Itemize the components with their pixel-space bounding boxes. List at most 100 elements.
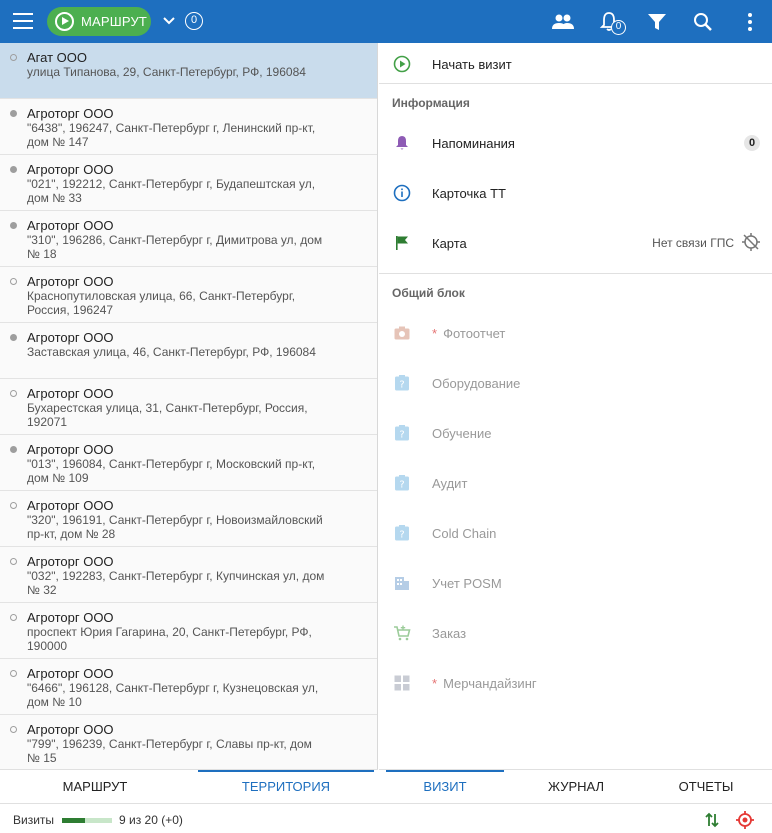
list-item[interactable]: Агроторг ООО "032", 192283, Санкт-Петербу…: [0, 547, 377, 603]
outlet-list: Агат ООО улица Типанова, 29, Санкт-Петерб…: [0, 43, 378, 769]
required-mark: *: [432, 326, 438, 341]
visit-panel: Начать визит Информация Напоминания 0 Ка…: [379, 43, 772, 769]
outlet-address: улица Типанова, 29, Санкт-Петербург, РФ,…: [27, 65, 306, 79]
list-item[interactable]: Агроторг ООО "310", 196286, Санкт-Петербу…: [0, 211, 377, 267]
outlet-address: "799", 196239, Санкт-Петербург г, Славы …: [27, 737, 312, 765]
outlet-name: Агроторг ООО: [27, 330, 114, 345]
question-box-icon: ?: [393, 374, 411, 392]
left-tab-bar: МАРШРУТ ТЕРРИТОРИЯ: [0, 769, 378, 803]
reminders-item[interactable]: Напоминания 0: [379, 123, 772, 163]
item-text: Фотоотчет: [443, 326, 506, 341]
tab-route[interactable]: МАРШРУТ: [0, 770, 190, 804]
search-icon[interactable]: [691, 10, 715, 34]
question-box-icon: ?: [393, 474, 411, 492]
common-block-item[interactable]: ? Аудит: [379, 463, 772, 503]
list-item[interactable]: Агроторг ООО "013", 196084, Санкт-Петербу…: [0, 435, 377, 491]
start-visit-button[interactable]: Начать визит: [379, 44, 772, 84]
outlet-name: Агроторг ООО: [27, 498, 114, 513]
tab-journal[interactable]: ЖУРНАЛ: [511, 770, 641, 804]
outlet-name: Агроторг ООО: [27, 386, 114, 401]
status-dot: [10, 278, 17, 285]
reminders-count-badge: 0: [744, 135, 760, 151]
visits-count: 9 из 20 (+0): [119, 813, 183, 827]
more-vert-icon[interactable]: [738, 10, 762, 34]
common-block-item-label: Оборудование: [432, 376, 520, 391]
tab-territory[interactable]: ТЕРРИТОРИЯ: [198, 770, 374, 804]
tab-visit[interactable]: ВИЗИТ: [386, 770, 504, 804]
list-item[interactable]: Агроторг ООО "6466", 196128, Санкт-Петерб…: [0, 659, 377, 715]
menu-icon[interactable]: [13, 13, 33, 29]
map-label: Карта: [432, 236, 467, 251]
common-block-item-label: Cold Chain: [432, 526, 496, 541]
outlet-name: Агат ООО: [27, 50, 87, 65]
outlet-address: "310", 196286, Санкт-Петербург г, Димитр…: [27, 233, 323, 261]
outlet-card-label: Карточка ТТ: [432, 186, 506, 201]
question-box-icon: ?: [393, 424, 411, 442]
svg-text:?: ?: [399, 530, 404, 541]
outlet-name: Агроторг ООО: [27, 274, 114, 289]
divider: [379, 83, 772, 84]
gps-target-icon[interactable]: [735, 810, 755, 830]
question-box-icon: ?: [393, 524, 411, 542]
common-block-item[interactable]: * Фотоотчет: [379, 313, 772, 353]
common-block-item[interactable]: Заказ: [379, 613, 772, 653]
svg-text:?: ?: [399, 480, 404, 491]
section-info-title: Информация: [392, 96, 470, 110]
outlet-name: Агроторг ООО: [27, 442, 114, 457]
common-block-item-label: Аудит: [432, 476, 467, 491]
bell-icon: [396, 136, 408, 150]
status-dot: [10, 614, 17, 621]
gps-off-icon: [742, 233, 760, 251]
sync-arrows-icon[interactable]: [702, 810, 722, 830]
list-item[interactable]: Агроторг ООО проспект Юрия Гагарина, 20, …: [0, 603, 377, 659]
list-item[interactable]: Агроторг ООО "6438", 196247, Санкт-Петерб…: [0, 99, 377, 155]
gps-status-text: Нет связи ГПС: [652, 236, 734, 250]
top-app-bar: МАРШРУТ 0 0: [0, 0, 772, 43]
status-dot: [10, 446, 17, 453]
right-tab-bar: ВИЗИТ ЖУРНАЛ ОТЧЕТЫ: [379, 769, 772, 803]
list-item[interactable]: Агроторг ООО "320", 196191, Санкт-Петербу…: [0, 491, 377, 547]
svg-text:?: ?: [399, 430, 404, 441]
list-item[interactable]: Агроторг ООО Заставская улица, 46, Санкт-…: [0, 323, 377, 379]
chevron-down-icon[interactable]: [162, 14, 176, 28]
filter-icon[interactable]: [645, 10, 669, 34]
list-item[interactable]: Агроторг ООО "799", 196239, Санкт-Петербу…: [0, 715, 377, 769]
people-icon[interactable]: [551, 10, 575, 34]
item-text: Cold Chain: [432, 526, 497, 541]
common-block-item[interactable]: * Мерчандайзинг: [379, 663, 772, 703]
outlet-name: Агроторг ООО: [27, 162, 114, 177]
list-item[interactable]: Агроторг ООО Краснопутиловская улица, 66,…: [0, 267, 377, 323]
item-text: Обучение: [432, 426, 492, 441]
tab-reports[interactable]: ОТЧЕТЫ: [641, 770, 771, 804]
status-dot: [10, 726, 17, 733]
common-block-item[interactable]: Учет POSM: [379, 563, 772, 603]
status-bar: Визиты 9 из 20 (+0): [0, 803, 772, 833]
route-button[interactable]: МАРШРУТ: [47, 7, 151, 36]
common-block-item-label: Заказ: [432, 626, 466, 641]
common-block-item[interactable]: ? Оборудование: [379, 363, 772, 403]
item-text: Мерчандайзинг: [443, 676, 537, 691]
outlet-name: Агроторг ООО: [27, 106, 114, 121]
status-dot: [10, 222, 17, 229]
start-visit-label: Начать визит: [432, 57, 512, 72]
status-dot: [10, 54, 17, 61]
info-icon: [393, 184, 411, 202]
play-circle-icon: [393, 55, 411, 73]
list-item[interactable]: Агроторг ООО "021", 192212, Санкт-Петербу…: [0, 155, 377, 211]
status-dot: [10, 166, 17, 173]
flag-icon: [396, 236, 408, 250]
item-text: Аудит: [432, 476, 468, 491]
common-block-item[interactable]: ? Обучение: [379, 413, 772, 453]
outlet-name: Агроторг ООО: [27, 666, 114, 681]
common-block-item[interactable]: ? Cold Chain: [379, 513, 772, 553]
list-item[interactable]: Агат ООО улица Типанова, 29, Санкт-Петерб…: [0, 43, 377, 99]
item-text: Заказ: [432, 626, 467, 641]
list-item[interactable]: Агроторг ООО Бухарестская улица, 31, Санк…: [0, 379, 377, 435]
status-dot: [10, 502, 17, 509]
route-count-badge: 0: [185, 12, 203, 30]
required-mark: *: [432, 676, 438, 691]
map-item[interactable]: Карта Нет связи ГПС: [379, 223, 772, 263]
outlet-card-item[interactable]: Карточка ТТ: [379, 173, 772, 213]
outlet-address: "032", 192283, Санкт-Петербург г, Купчин…: [27, 569, 325, 597]
common-block-item-label: * Мерчандайзинг: [432, 676, 537, 691]
